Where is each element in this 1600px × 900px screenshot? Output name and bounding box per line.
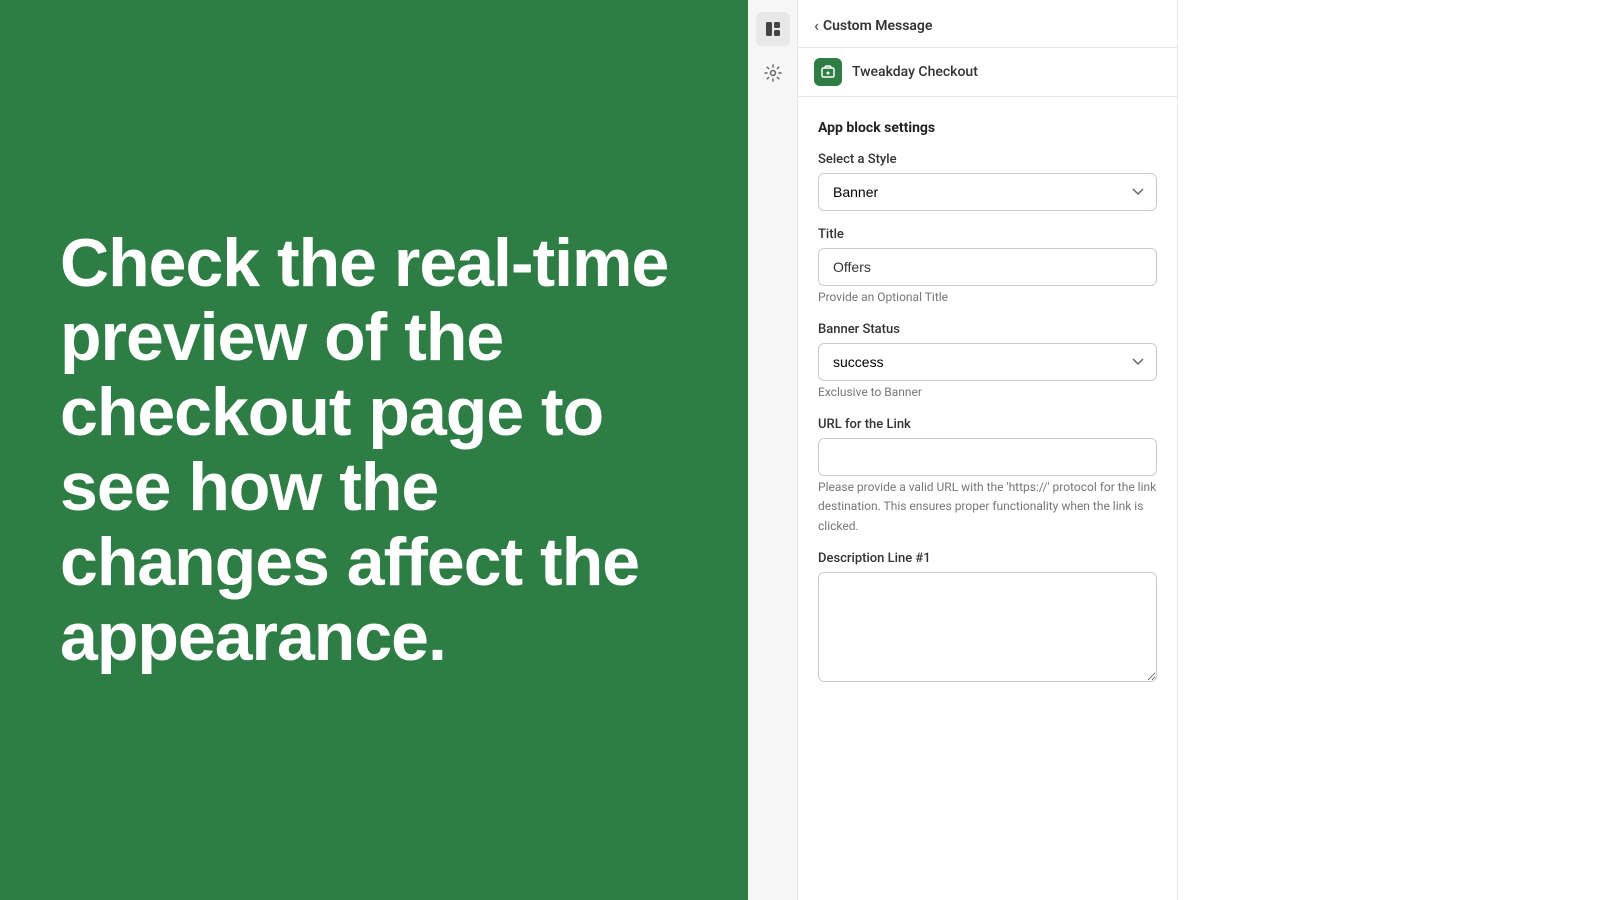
app-icon [814,58,842,86]
url-input[interactable] [818,438,1157,476]
header-title: Custom Message [823,18,932,34]
back-arrow-icon: ‹ [814,16,819,35]
hero-text: Check the real-time preview of the check… [60,226,688,675]
banner-status-field-group: Banner Status success info warning error… [818,322,1157,401]
icon-sidebar [748,0,798,900]
url-hint: Please provide a valid URL with the 'htt… [818,480,1156,534]
banner-status-select[interactable]: success info warning error [818,343,1157,381]
settings-body: App block settings Select a Style Banner… [798,97,1177,706]
title-field-group: Title Provide an Optional Title [818,227,1157,306]
description-field-group: Description Line #1 [818,551,1157,686]
app-name-label: Tweakday Checkout [852,64,978,80]
banner-status-hint: Exclusive to Banner [818,385,922,399]
settings-icon-btn[interactable] [756,56,790,90]
left-panel: Check the real-time preview of the check… [0,0,748,900]
middle-area: ‹ Custom Message Tweakday Checkout App b… [748,0,1600,900]
section-title: App block settings [818,117,1157,136]
style-select[interactable]: Banner Inline Popup [818,173,1157,211]
style-field-group: Select a Style Banner Inline Popup [818,152,1157,211]
style-label: Select a Style [818,152,1157,167]
description-label: Description Line #1 [818,551,1157,566]
app-info: Tweakday Checkout [798,48,1177,97]
back-button[interactable]: ‹ Custom Message [814,16,932,35]
title-input[interactable] [818,248,1157,286]
url-field-group: URL for the Link Please provide a valid … [818,417,1157,535]
title-label: Title [818,227,1157,242]
description-textarea[interactable] [818,572,1157,682]
settings-panel: ‹ Custom Message Tweakday Checkout App b… [798,0,1178,900]
banner-status-label: Banner Status [818,322,1157,337]
layout-icon-btn[interactable] [756,12,790,46]
url-label: URL for the Link [818,417,1157,432]
settings-header: ‹ Custom Message [798,0,1177,48]
title-hint: Provide an Optional Title [818,290,948,304]
